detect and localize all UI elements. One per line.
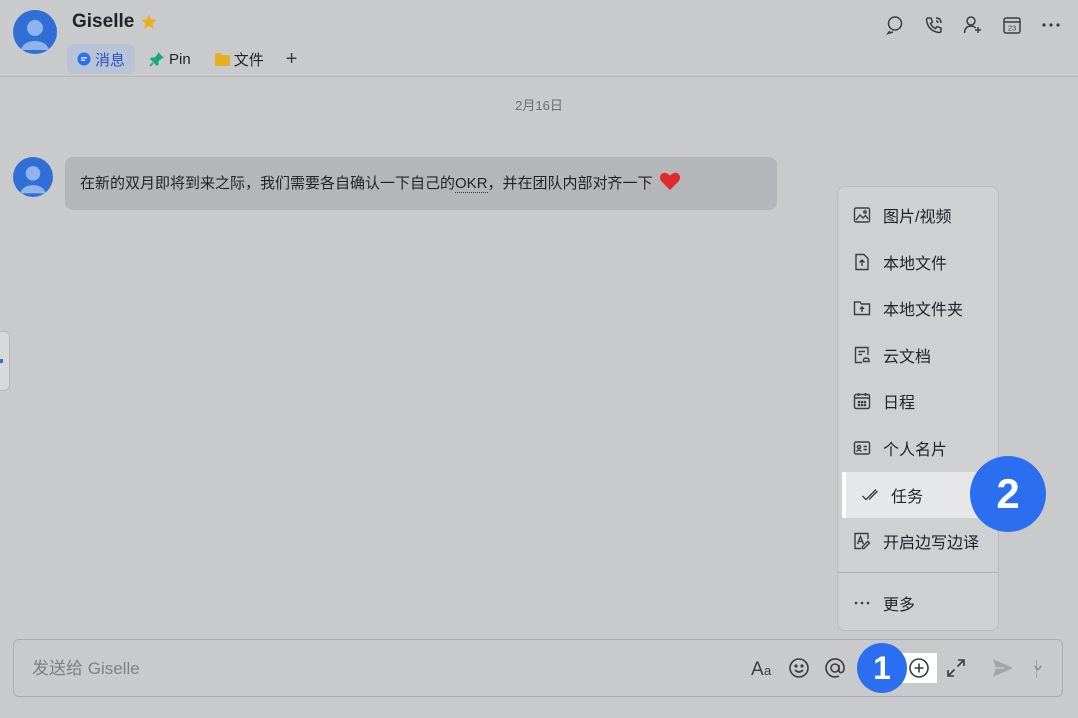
- attachment-menu: 图片/视频 本地文件 本地文件夹 云文档 日程 个人名片 任务 开启边写边译 更…: [837, 186, 999, 631]
- chat-bubble-icon: [77, 52, 91, 66]
- tab-pin[interactable]: Pin: [139, 44, 201, 74]
- message-input[interactable]: [30, 654, 534, 684]
- text-format-icon[interactable]: Aa: [749, 654, 777, 682]
- call-icon[interactable]: [914, 12, 953, 38]
- message-text: ，并在团队内部对齐一下: [487, 175, 653, 192]
- menu-divider: [838, 572, 998, 573]
- folder-icon: [214, 52, 230, 66]
- emoji-icon[interactable]: [785, 654, 813, 682]
- chat-title: Giselle: [72, 11, 135, 32]
- tab-label: 文件: [233, 51, 264, 69]
- menu-item-local-folder[interactable]: 本地文件夹: [838, 285, 1000, 331]
- more-icon: [852, 593, 872, 613]
- chat-tabs: 消息 Pin 文件 +: [67, 44, 309, 74]
- add-tab-button[interactable]: +: [278, 44, 306, 74]
- menu-label: 个人名片: [883, 442, 948, 459]
- calendar-day-label: 23: [1007, 24, 1015, 33]
- menu-item-schedule[interactable]: 日程: [838, 378, 1000, 424]
- side-panel-handle[interactable]: [0, 331, 10, 391]
- menu-item-image-video[interactable]: 图片/视频: [838, 192, 1000, 238]
- contact-card-icon: [852, 438, 872, 458]
- search-chat-icon[interactable]: [875, 12, 914, 38]
- heart-icon: [659, 171, 681, 198]
- tab-files[interactable]: 文件: [205, 44, 274, 74]
- menu-label: 云文档: [883, 349, 932, 366]
- okr-link[interactable]: OKR: [455, 175, 488, 193]
- star-icon[interactable]: [140, 13, 158, 36]
- message-bubble[interactable]: 在新的双月即将到来之际，我们需要各自确认一下自己的OKR，并在团队内部对齐一下: [65, 157, 777, 210]
- step-badge-2: 2: [970, 456, 1046, 532]
- menu-label: 更多: [883, 597, 916, 614]
- menu-item-local-file[interactable]: 本地文件: [838, 239, 1000, 285]
- send-icon[interactable]: [989, 654, 1017, 682]
- chat-header: Giselle 消息 Pin 文件 + 23: [0, 0, 1078, 77]
- message-text: 在新的双月即将到来之际，我们需要各自确认一下自己的: [80, 175, 456, 192]
- menu-label: 任务: [891, 489, 924, 506]
- cloud-doc-icon: [852, 345, 872, 365]
- menu-label: 日程: [883, 395, 916, 412]
- translate-icon: [852, 531, 872, 551]
- menu-item-contact-card[interactable]: 个人名片: [838, 425, 1000, 471]
- menu-label: 本地文件: [883, 256, 948, 273]
- header-actions: 23: [875, 12, 1070, 38]
- menu-item-cloud-doc[interactable]: 云文档: [838, 332, 1000, 378]
- calendar-icon: [852, 391, 872, 411]
- calendar-icon[interactable]: 23: [992, 12, 1031, 38]
- tab-label: 消息: [95, 51, 126, 69]
- add-member-icon[interactable]: [953, 12, 992, 38]
- svg-text:a: a: [764, 663, 772, 678]
- mention-icon[interactable]: [821, 654, 849, 682]
- chevron-down-icon[interactable]: [1026, 654, 1050, 682]
- tab-messages[interactable]: 消息: [67, 44, 136, 74]
- tab-label: Pin: [169, 50, 191, 68]
- upload-file-icon: [852, 252, 872, 272]
- menu-label: 图片/视频: [883, 209, 952, 226]
- svg-text:A: A: [751, 659, 764, 678]
- avatar[interactable]: [13, 157, 53, 197]
- upload-folder-icon: [852, 298, 872, 318]
- menu-label: 开启边写边译: [883, 535, 980, 552]
- task-icon: [860, 485, 880, 505]
- avatar[interactable]: [13, 10, 57, 54]
- menu-item-translate[interactable]: 开启边写边译: [838, 518, 1000, 564]
- image-icon: [852, 205, 872, 225]
- date-separator: 2月16日: [515, 98, 563, 113]
- menu-label: 本地文件夹: [883, 302, 964, 319]
- step-badge-1: 1: [857, 643, 907, 693]
- menu-item-more[interactable]: 更多: [838, 580, 1000, 626]
- more-icon[interactable]: [1031, 12, 1070, 38]
- expand-icon[interactable]: [942, 654, 970, 682]
- pin-icon: [149, 51, 165, 67]
